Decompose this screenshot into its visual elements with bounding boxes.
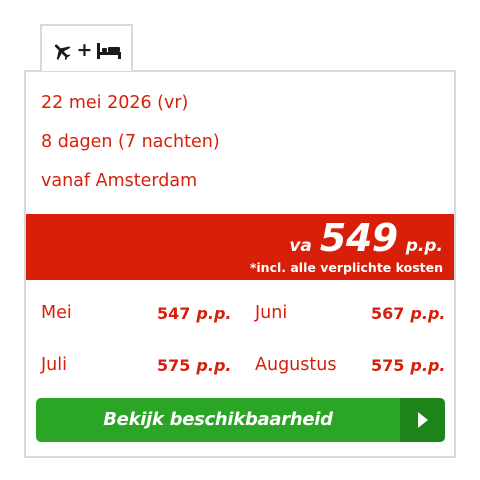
price-amount: 549 [319,216,398,260]
trip-duration: 8 dagen (7 nachten) [41,132,220,152]
month-name-juni[interactable]: Juni [255,303,287,323]
month-price-unit: p.p. [196,304,232,323]
month-name-juli[interactable]: Juli [41,355,67,375]
check-availability-button[interactable]: Bekijk beschikbaarheid [36,398,445,442]
price-main: va 549 p.p. [289,216,443,260]
month-price-unit: p.p. [196,356,232,375]
departure-date: 22 mei 2026 (vr) [41,93,189,113]
month-price-juni[interactable]: 567 p.p. [371,304,445,323]
price-suffix: p.p. [405,236,443,256]
month-price-value: 575 [157,356,191,375]
plus-sign: + [76,39,93,61]
departure-airport: vanaf Amsterdam [41,171,198,191]
arrow-right-icon [400,398,445,442]
month-price-value: 575 [371,356,405,375]
check-availability-label: Bekijk beschikbaarheid [103,409,333,430]
price-note: *incl. alle verplichte kosten [249,260,443,275]
month-name-mei[interactable]: Mei [41,303,72,323]
price-banner: va 549 p.p. *incl. alle verplichte koste… [26,214,454,280]
month-price-unit: p.p. [410,356,446,375]
month-price-value: 567 [371,304,405,323]
price-prefix: va [289,236,312,256]
offer-card: 22 mei 2026 (vr) 8 dagen (7 nachten) van… [24,70,456,458]
bed-icon [97,42,122,59]
trip-info: 22 mei 2026 (vr) 8 dagen (7 nachten) van… [41,89,220,206]
month-name-augustus[interactable]: Augustus [255,355,336,375]
month-price-value: 547 [157,304,191,323]
airplane-icon [54,43,70,60]
tab-flight-hotel[interactable]: + [40,24,133,71]
month-price-juli[interactable]: 575 p.p. [157,356,231,375]
month-price-augustus[interactable]: 575 p.p. [371,356,445,375]
month-price-mei[interactable]: 547 p.p. [157,304,231,323]
month-price-unit: p.p. [410,304,446,323]
tab-icons: + [51,40,123,62]
